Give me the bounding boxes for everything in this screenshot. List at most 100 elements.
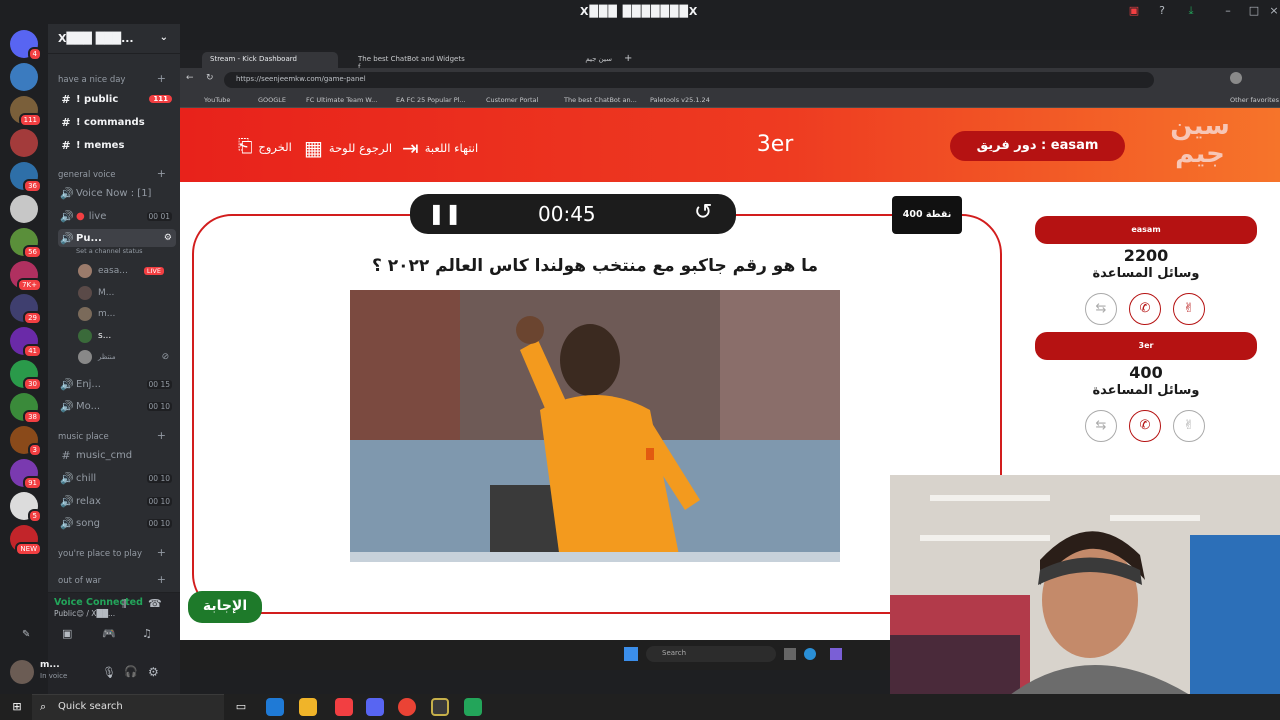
voice-channel-relax[interactable]: 🔊 relax 00 10 — [58, 492, 176, 510]
add-channel-icon[interactable]: + — [157, 72, 166, 85]
voice-channel-enjoy[interactable]: 🔊 Enj... 00 15 — [58, 375, 176, 393]
bookmark-youtube[interactable]: YouTube — [204, 96, 230, 104]
tab-chatbot[interactable]: The best ChatBot and Widgets f... — [350, 52, 476, 71]
skip-aid-icon[interactable]: ⇆ — [1085, 410, 1117, 442]
server-icon[interactable]: 36 — [10, 162, 42, 193]
voice-channel-chill[interactable]: 🔊 chill 00 10 — [58, 469, 176, 487]
download-icon[interactable]: ⤓ — [1183, 4, 1199, 20]
reset-timer-icon[interactable]: ↺ — [694, 200, 712, 225]
server-icon[interactable]: 56 — [10, 228, 42, 259]
capcut-icon[interactable] — [335, 698, 353, 716]
profile-icon[interactable] — [1230, 72, 1242, 84]
add-channel-icon[interactable]: + — [157, 167, 166, 180]
video-icon[interactable]: ▣ — [62, 627, 72, 640]
voice-user[interactable]: s... — [78, 329, 111, 343]
close-icon[interactable]: × — [1266, 4, 1280, 20]
server-icon[interactable] — [10, 129, 38, 157]
disconnect-icon[interactable]: ☎ — [148, 597, 162, 610]
category-general-voice[interactable]: general voice — [58, 170, 116, 180]
call-aid-icon[interactable]: ✆ — [1129, 410, 1161, 442]
bookmark-other[interactable]: Other favorites — [1230, 96, 1279, 104]
edge-icon[interactable] — [266, 698, 284, 716]
server-icon[interactable]: 38 — [10, 393, 42, 424]
skip-aid-icon[interactable]: ⇆ — [1085, 293, 1117, 325]
category-music-place[interactable]: music place — [58, 432, 109, 442]
voice-channel-live[interactable]: 🔊 ● live 00 01 — [58, 207, 176, 225]
voice-user[interactable]: منتظر ⊘ — [78, 350, 169, 364]
back-icon[interactable]: ← — [186, 73, 194, 83]
chrome-canary-icon[interactable] — [299, 698, 317, 716]
server-icon[interactable]: 3 — [10, 426, 42, 457]
channel-commands[interactable]: # ! commands — [58, 113, 176, 131]
server-icon[interactable]: 91 — [10, 459, 42, 490]
voice-activity-icon[interactable]: ⫼ — [122, 599, 127, 610]
server-icon[interactable]: 41 — [10, 327, 42, 358]
server-icon[interactable]: 5 — [10, 492, 42, 523]
reload-icon[interactable]: ↻ — [206, 73, 214, 83]
bookmark-fc-ultimate[interactable]: FC Ultimate Team W... — [306, 96, 377, 104]
voice-user[interactable]: easa... LIVE — [78, 264, 164, 278]
url-field[interactable]: https://seenjeemkw.com/game-panel — [224, 72, 1154, 88]
bookmark-google[interactable]: GOOGLE — [258, 96, 286, 104]
noise-suppression-icon[interactable]: ✎ — [22, 629, 30, 640]
exit-button[interactable]: ⎗ الخروج — [238, 136, 292, 157]
server-icon[interactable]: 29 — [10, 294, 42, 325]
voice-channel-mo[interactable]: 🔊 Mo... 00 10 — [58, 397, 176, 415]
back-to-board-button[interactable]: ▦ الرجوع للوحة — [304, 136, 392, 160]
server-icon[interactable] — [10, 195, 38, 223]
server-icon[interactable]: 111 — [10, 96, 42, 127]
category-play[interactable]: you're place to play — [58, 549, 142, 559]
server-header[interactable]: X███ ███... ⌄ — [48, 24, 180, 54]
voice-channel-public[interactable]: 🔊 Pu... ⚙ — [58, 229, 176, 247]
tab-kick-dashboard[interactable]: Stream - Kick Dashboard — [202, 52, 338, 68]
channel-memes[interactable]: # ! memes — [58, 136, 176, 154]
maximize-icon[interactable]: □ — [1246, 4, 1262, 20]
obs-icon[interactable] — [431, 698, 449, 716]
channel-music-cmd[interactable]: # music_cmd — [58, 446, 176, 464]
server-icon[interactable] — [10, 63, 38, 91]
server-icon[interactable]: 7K+ — [10, 261, 42, 292]
chrome-icon[interactable] — [398, 698, 416, 716]
voice-user[interactable]: m... — [78, 307, 115, 321]
server-icon[interactable]: NEW — [10, 525, 42, 556]
activity-icon[interactable]: 🎮 — [102, 627, 116, 640]
tab-seen-jeem[interactable]: سين جيم — [480, 52, 620, 68]
windows-start-icon[interactable]: ⊞ — [8, 698, 26, 716]
server-icon[interactable]: 4 — [10, 30, 42, 61]
add-channel-icon[interactable]: + — [157, 573, 166, 586]
add-channel-icon[interactable]: + — [157, 546, 166, 559]
voice-now-channel[interactable]: 🔊 Voice Now : [1] — [58, 184, 176, 202]
category-top[interactable]: have a nice day — [58, 75, 125, 85]
two-answers-aid-icon[interactable]: ✌ — [1173, 410, 1205, 442]
server-icon[interactable]: 30 — [10, 360, 42, 391]
end-game-button[interactable]: ⇥ انتهاء اللعبة — [402, 136, 478, 160]
bookmark-chatbot[interactable]: The best ChatBot an... — [564, 96, 637, 104]
help-icon[interactable]: ? — [1154, 4, 1170, 20]
voice-user[interactable]: M... — [78, 286, 114, 300]
call-aid-icon[interactable]: ✆ — [1129, 293, 1161, 325]
bookmark-customer-portal[interactable]: Customer Portal — [486, 96, 538, 104]
pause-icon[interactable]: ❚❚ — [428, 201, 462, 225]
avatar[interactable] — [10, 660, 34, 684]
answer-button[interactable]: الإجابة — [188, 591, 262, 623]
headphones-icon[interactable]: 🎧 — [124, 665, 138, 678]
bookmark-ea-fc[interactable]: EA FC 25 Popular Pl... — [396, 96, 466, 104]
new-tab-icon[interactable]: + — [624, 53, 632, 64]
voice-connected-channel[interactable]: Public😊 / X██... — [54, 609, 115, 618]
add-channel-icon[interactable]: + — [157, 429, 166, 442]
channel-settings-icon[interactable]: ⚙ — [164, 233, 172, 243]
voice-channel-song[interactable]: 🔊 song 00 10 — [58, 514, 176, 532]
channel-status[interactable]: Set a channel status — [76, 247, 143, 255]
user-name[interactable]: m... — [40, 660, 60, 670]
discord-icon[interactable] — [366, 698, 384, 716]
two-answers-aid-icon[interactable]: ✌ — [1173, 293, 1205, 325]
kick-icon[interactable] — [464, 698, 482, 716]
minimize-icon[interactable]: – — [1220, 4, 1236, 20]
settings-icon[interactable]: ⚙ — [148, 665, 159, 679]
task-view-icon[interactable]: ▭ — [232, 698, 250, 716]
inbox-icon[interactable]: ▣ — [1126, 4, 1142, 20]
bookmark-paletools[interactable]: Paletools v25.1.24 — [650, 96, 710, 104]
soundboard-icon[interactable]: ♫ — [142, 627, 152, 640]
microphone-icon[interactable]: 🎙 — [102, 666, 116, 679]
category-war[interactable]: out of war — [58, 576, 101, 586]
